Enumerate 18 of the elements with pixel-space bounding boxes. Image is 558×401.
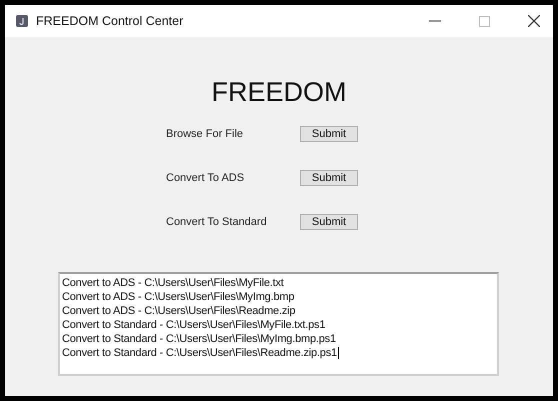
log-line: Convert to ADS - C:\Users\User\Files\MyImg.bmp [62, 290, 294, 304]
action-label: Browse For File [166, 128, 244, 140]
submit-button[interactable]: Submit [300, 126, 358, 142]
text-cursor [338, 347, 339, 359]
submit-button[interactable]: Submit [300, 214, 358, 230]
log-line: Convert to ADS - C:\Users\User\Files\Readme.zip [62, 304, 296, 318]
log-line: Convert to Standard - C:\Users\User\Files\MyImg.bmp.ps1 [62, 332, 336, 346]
submit-button[interactable]: Submit [300, 170, 358, 186]
window-title: FREEDOM Control Center [36, 14, 184, 28]
log-line: Convert to ADS - C:\Users\User\Files\MyFile.txt [62, 276, 284, 290]
action-label: Convert To ADS [166, 172, 246, 184]
log-text-area[interactable] [58, 272, 499, 376]
close-icon[interactable] [528, 15, 540, 27]
app-heading: FREEDOM [210, 77, 348, 109]
app-icon [16, 15, 28, 27]
log-line: Convert to Standard - C:\Users\User\Files\MyFile.txt.ps1 [62, 318, 326, 332]
log-line: Convert to Standard - C:\Users\User\Files\Readme.zip.ps1 [62, 346, 337, 360]
action-label: Convert To Standard [166, 216, 268, 228]
